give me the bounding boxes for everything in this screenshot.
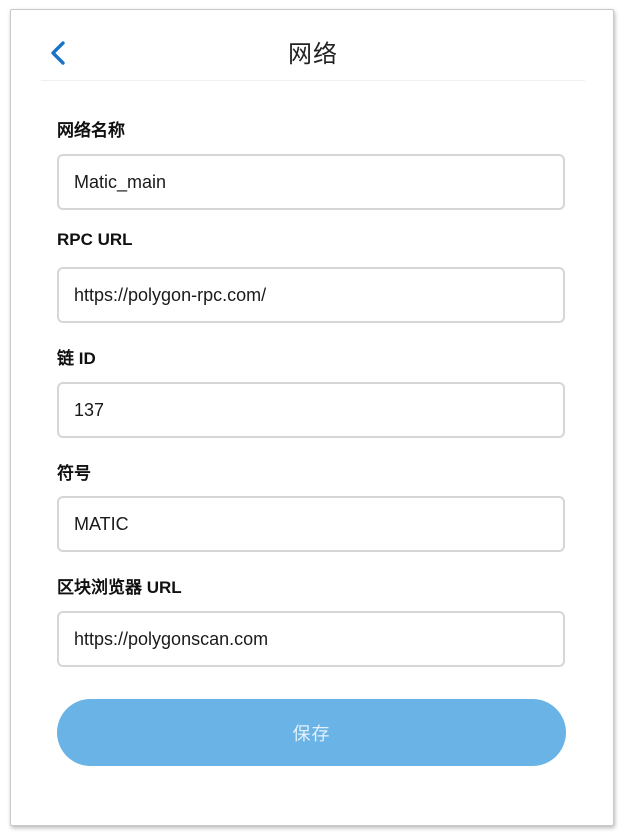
rpc-url-label: RPC URL: [57, 230, 133, 249]
network-name-label: 网络名称: [57, 121, 125, 140]
explorer-url-label: 区块浏览器 URL: [57, 578, 182, 597]
rpc-url-input[interactable]: [57, 267, 565, 323]
page-title: 网络: [288, 41, 338, 68]
network-name-input[interactable]: [57, 154, 565, 210]
symbol-input[interactable]: [57, 496, 565, 552]
network-settings-card: 网络 网络名称 RPC URL 链 ID 符号 区块浏览器 URL 保存: [10, 9, 614, 826]
chain-id-label: 链 ID: [57, 349, 96, 368]
explorer-url-input[interactable]: [57, 611, 565, 667]
chain-id-input[interactable]: [57, 382, 565, 438]
save-button[interactable]: 保存: [57, 699, 566, 766]
symbol-label: 符号: [57, 464, 91, 483]
header: 网络: [41, 10, 585, 81]
